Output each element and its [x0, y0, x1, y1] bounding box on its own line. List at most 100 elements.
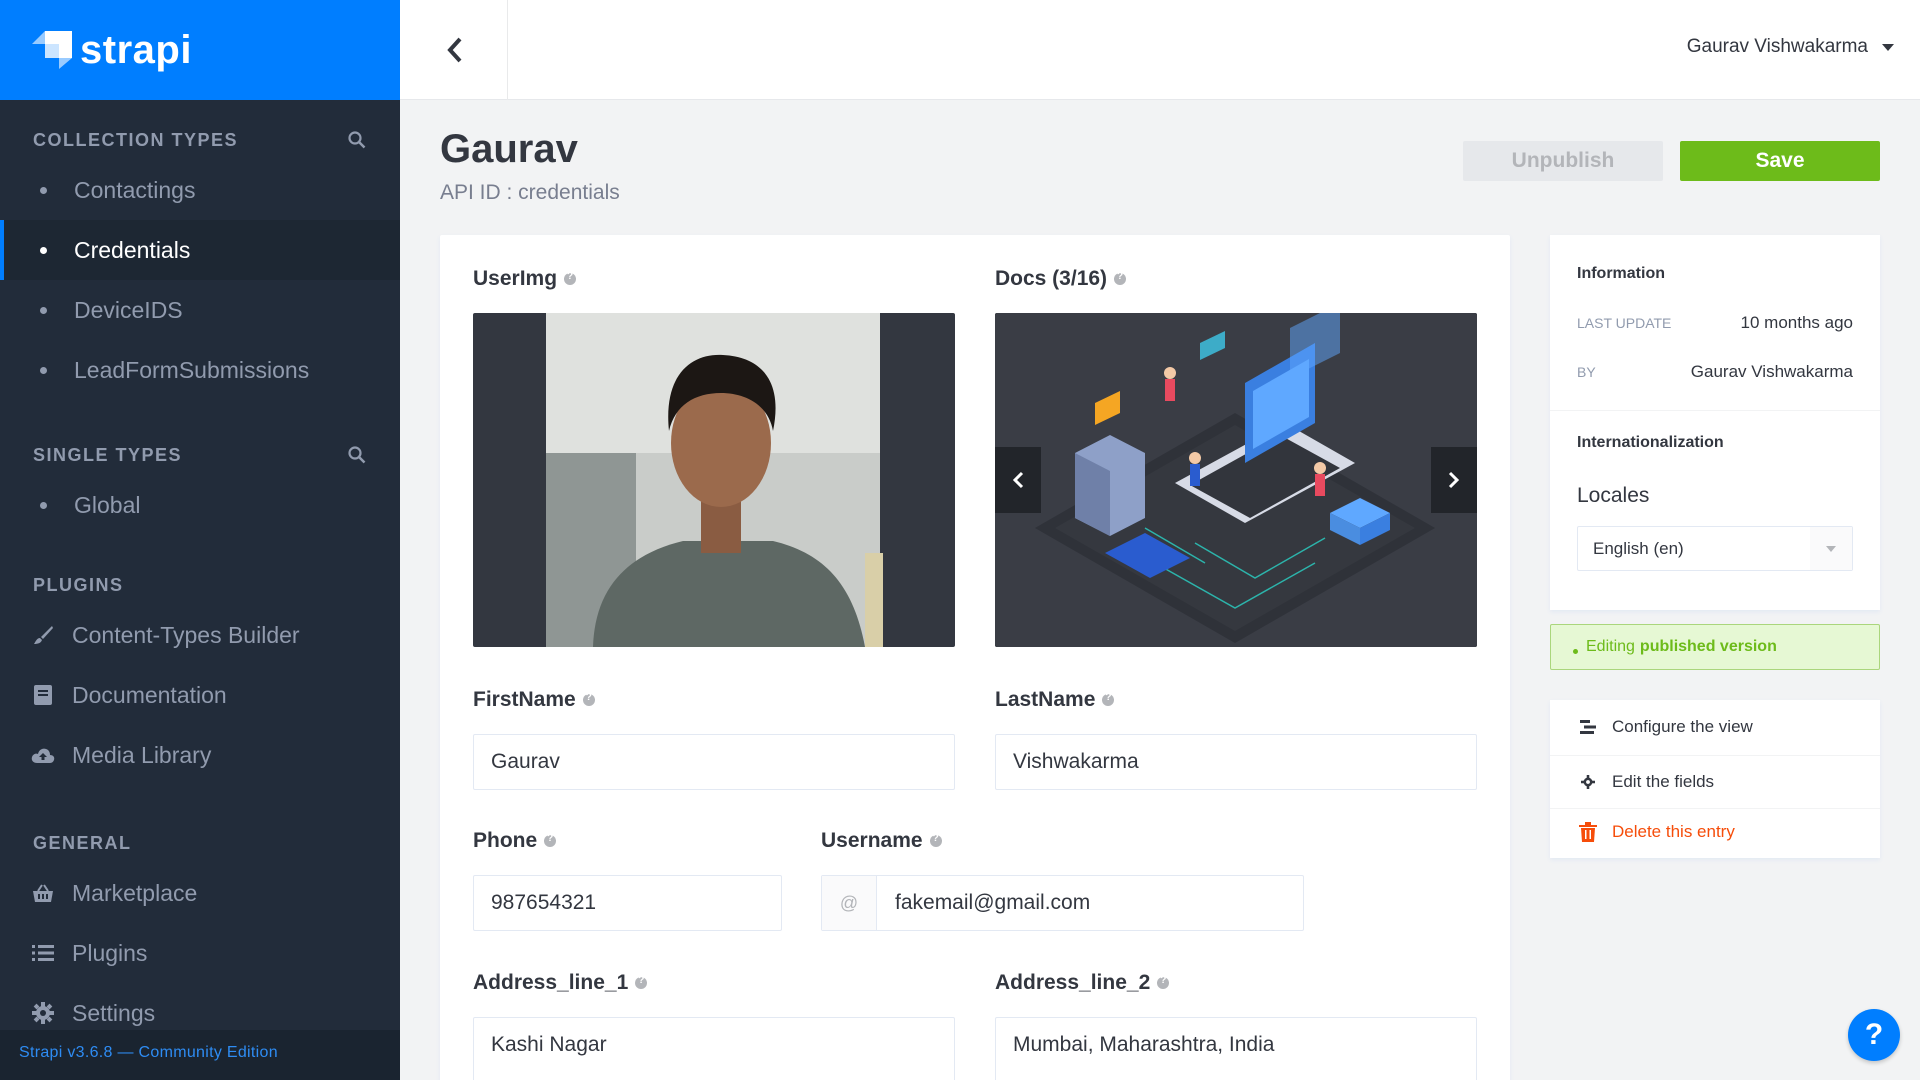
locales-label: Locales	[1577, 484, 1650, 507]
gear-icon	[31, 1001, 55, 1025]
actions-panel: Configure the view Edit the fields Delet…	[1550, 700, 1880, 858]
sidebar-item-credentials[interactable]: Credentials	[0, 220, 400, 280]
info-icon[interactable]	[635, 975, 648, 989]
brand-logo[interactable]: strapi	[0, 0, 400, 100]
info-icon[interactable]	[582, 692, 595, 706]
action-label: Edit the fields	[1612, 772, 1715, 791]
by-row: By Gaurav Vishwakarma	[1577, 362, 1853, 382]
section-title: General	[33, 832, 132, 853]
field-label-text: LastName	[995, 688, 1096, 711]
sidebar-item-label: Content-Types Builder	[72, 621, 300, 648]
sidebar-item-label: Plugins	[72, 939, 148, 966]
help-button[interactable]: ?	[1848, 1009, 1900, 1061]
firstname-input[interactable]: Gaurav	[473, 734, 955, 790]
delete-entry-link[interactable]: Delete this entry	[1578, 822, 1735, 842]
address2-input[interactable]: Mumbai, Maharashtra, India	[995, 1017, 1477, 1080]
unpublish-button[interactable]: Unpublish	[1463, 141, 1663, 181]
info-icon[interactable]	[1114, 271, 1127, 285]
brand-name: strapi	[80, 27, 192, 72]
docs-media-carousel[interactable]	[995, 313, 1477, 647]
at-sign-icon: @	[822, 876, 877, 930]
info-icon[interactable]	[1102, 692, 1115, 706]
last-update-key: Last update	[1577, 315, 1672, 331]
field-label-text: UserImg	[473, 267, 558, 290]
last-update-value: 10 months ago	[1740, 313, 1853, 332]
sidebar-item-label: Media Library	[72, 741, 212, 768]
carousel-prev-button[interactable]	[995, 447, 1041, 513]
chevron-left-icon	[1012, 471, 1024, 489]
address1-input[interactable]: Kashi Nagar	[473, 1017, 955, 1080]
banner-bold: published version	[1639, 638, 1777, 655]
lastname-input[interactable]: Vishwakarma	[995, 734, 1477, 790]
field-label-text: Username	[821, 829, 923, 852]
sidebar-item-deviceids[interactable]: DeviceIDS	[0, 280, 400, 340]
sidebar-item-label: Contactings	[74, 176, 196, 203]
username-value: fakemail@gmail.com	[895, 891, 1091, 914]
action-label: Delete this entry	[1612, 822, 1735, 841]
plugins-header: Plugins	[0, 565, 400, 605]
divider	[1550, 808, 1880, 809]
last-update-row: Last update 10 months ago	[1577, 313, 1853, 333]
collection-types-header: Collection Types	[0, 120, 400, 160]
bullet-icon	[40, 186, 47, 194]
book-icon	[31, 683, 55, 707]
sidebar-item-media-library[interactable]: Media Library	[0, 725, 400, 785]
lastname-label: LastName	[995, 688, 1115, 712]
edit-fields-link[interactable]: Edit the fields	[1578, 772, 1714, 792]
section-title: Single Types	[33, 444, 183, 465]
divider	[1550, 755, 1880, 756]
sidebar-item-contactings[interactable]: Contactings	[0, 160, 400, 220]
userimg-media[interactable]	[473, 313, 955, 647]
field-label-text: Phone	[473, 829, 538, 852]
sidebar-item-leadformsubmissions[interactable]: LeadFormSubmissions	[0, 340, 400, 400]
sidebar-item-documentation[interactable]: Documentation	[0, 665, 400, 725]
phone-input[interactable]: 987654321	[473, 875, 782, 931]
info-icon[interactable]	[1157, 975, 1170, 989]
caret-down-icon	[1882, 43, 1894, 51]
user-name: Gaurav Vishwakarma	[1686, 36, 1868, 57]
by-key: By	[1577, 364, 1596, 380]
status-dot-icon	[1573, 648, 1578, 654]
sidebar: strapi Collection Types Contactings Cred…	[0, 0, 400, 1080]
search-icon[interactable]	[348, 131, 366, 149]
list-icon	[31, 941, 55, 965]
single-types-header: Single Types	[0, 435, 400, 475]
firstname-label: FirstName	[473, 688, 595, 712]
bullet-icon	[40, 501, 47, 509]
field-label-text: Address_line_2	[995, 971, 1151, 994]
layout-icon	[1578, 717, 1598, 737]
sidebar-item-label: Marketplace	[72, 879, 198, 906]
top-bar: Gaurav Vishwakarma	[400, 0, 1920, 100]
sidebar-item-marketplace[interactable]: Marketplace	[0, 863, 400, 923]
carousel-next-button[interactable]	[1431, 447, 1477, 513]
sidebar-item-plugins[interactable]: Plugins	[0, 923, 400, 983]
field-label-text: Docs (3/16)	[995, 267, 1108, 290]
username-email-input[interactable]: @ fakemail@gmail.com	[821, 875, 1304, 931]
version-label[interactable]: Strapi v3.6.8 — Community Edition	[0, 1030, 400, 1080]
locale-select[interactable]: English (en)	[1577, 526, 1853, 571]
strapi-logo-icon	[32, 31, 72, 69]
information-title: Information	[1577, 265, 1665, 282]
search-icon[interactable]	[348, 446, 366, 464]
sidebar-item-label: DeviceIDS	[74, 296, 183, 323]
bullet-icon	[40, 306, 47, 314]
save-button[interactable]: Save	[1680, 141, 1880, 181]
user-menu[interactable]: Gaurav Vishwakarma	[1687, 36, 1894, 58]
action-label: Configure the view	[1612, 717, 1753, 736]
caret-down-icon	[1810, 527, 1852, 570]
info-icon[interactable]	[564, 271, 577, 285]
info-icon[interactable]	[544, 833, 557, 847]
sidebar-item-label: Documentation	[72, 681, 227, 708]
sidebar-item-content-types-builder[interactable]: Content-Types Builder	[0, 605, 400, 665]
section-title: Plugins	[33, 574, 124, 595]
info-icon[interactable]	[929, 833, 942, 847]
docs-label: Docs (3/16)	[995, 267, 1127, 291]
field-label-text: FirstName	[473, 688, 576, 711]
username-label: Username	[821, 829, 942, 853]
back-button[interactable]	[400, 0, 508, 100]
by-value: Gaurav Vishwakarma	[1690, 362, 1853, 381]
field-label-text: Address_line_1	[473, 971, 629, 994]
editing-status-banner: Editing published version	[1550, 624, 1880, 670]
sidebar-item-global[interactable]: Global	[0, 475, 400, 535]
configure-view-link[interactable]: Configure the view	[1578, 717, 1753, 737]
